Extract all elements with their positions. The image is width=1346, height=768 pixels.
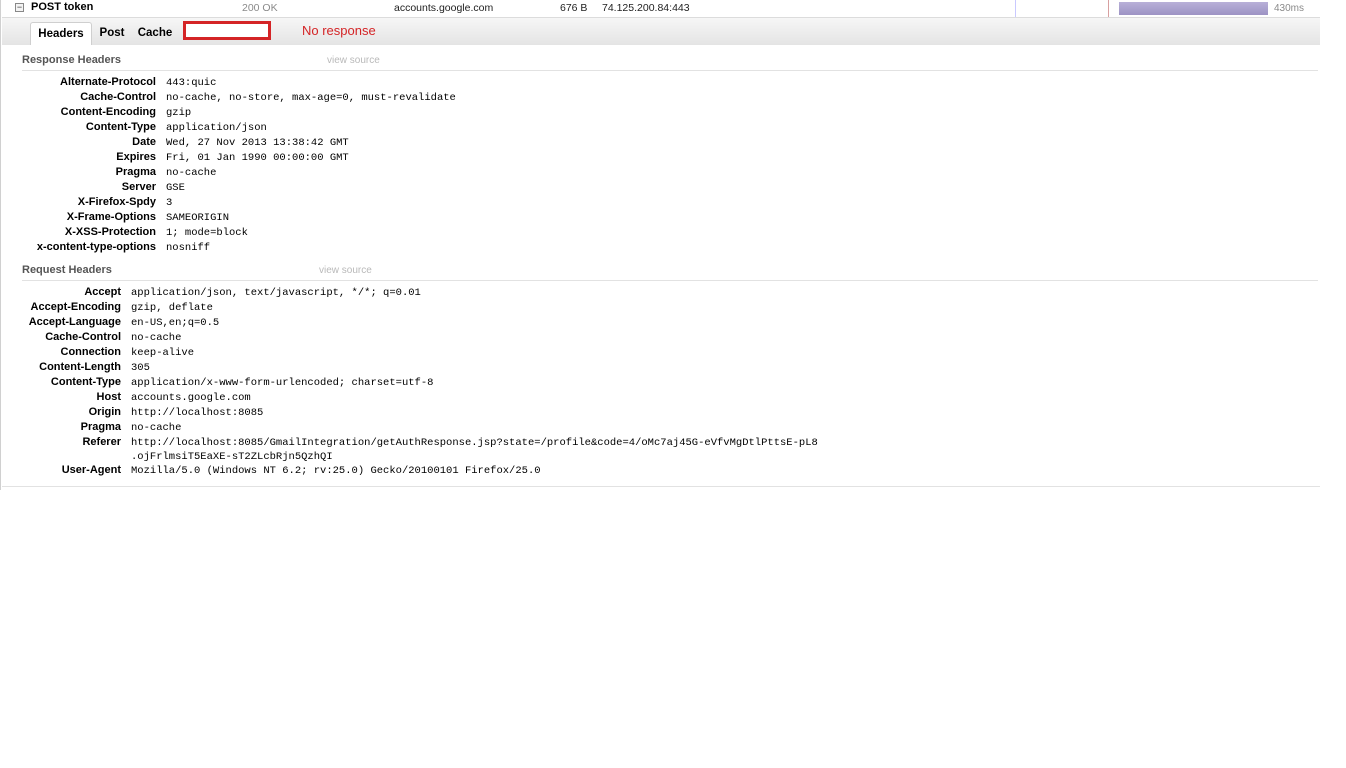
response-header-name: X-Firefox-Spdy <box>77 196 156 208</box>
response-header-value: gzip <box>166 107 192 119</box>
timeline-marker-dom <box>1015 0 1016 17</box>
response-header-value: 1; mode=block <box>166 227 248 239</box>
request-method-url[interactable]: POST token <box>31 1 93 13</box>
request-header-name: Host <box>96 391 121 403</box>
response-header-name: Server <box>121 181 156 193</box>
request-header-name: Connection <box>60 346 122 358</box>
response-header-value: Fri, 01 Jan 1990 00:00:00 GMT <box>166 152 349 164</box>
collapse-toggle-icon[interactable]: − <box>15 3 24 12</box>
net-panel: − POST token 200 OK accounts.google.com … <box>0 0 1321 490</box>
response-header-name: X-Frame-Options <box>66 211 156 223</box>
request-header-name: Accept <box>84 286 121 298</box>
response-header-name: Pragma <box>115 166 156 178</box>
response-header-name: Expires <box>116 151 156 163</box>
response-header-value: no-cache <box>166 167 217 179</box>
timeline-marker-load <box>1108 0 1109 17</box>
response-section-divider <box>22 70 1318 71</box>
tab-cache[interactable]: Cache <box>134 22 176 44</box>
request-header-value: keep-alive <box>131 347 195 359</box>
request-header-name: Referer <box>82 436 121 448</box>
request-header-name: Accept-Language <box>28 316 121 328</box>
response-header-value: 3 <box>166 197 173 209</box>
response-header-value: nosniff <box>166 242 211 254</box>
request-view-source-link[interactable]: view source <box>319 265 372 276</box>
response-header-value: no-cache, no-store, max-age=0, must-reva… <box>166 92 456 104</box>
response-header-name: X-XSS-Protection <box>64 226 156 238</box>
request-remote-ip: 74.125.200.84:443 <box>602 2 690 14</box>
headers-content: Response Headers view source Alternate-P… <box>2 45 1320 488</box>
response-header-value: 443:quic <box>166 77 217 89</box>
tab-headers[interactable]: Headers <box>30 22 92 45</box>
request-status: 200 OK <box>242 2 278 14</box>
request-size: 676 B <box>560 2 588 14</box>
request-header-name: Origin <box>88 406 121 418</box>
request-header-value: accounts.google.com <box>131 392 251 404</box>
redacted-tab-highlight <box>183 21 271 40</box>
response-header-name: Cache-Control <box>80 91 156 103</box>
request-header-name: Content-Length <box>39 361 121 373</box>
response-header-name: Alternate-Protocol <box>60 76 156 88</box>
request-header-value: http://localhost:8085 <box>131 407 264 419</box>
request-header-value: 305 <box>131 362 150 374</box>
request-header-value: gzip, deflate <box>131 302 213 314</box>
request-header-value: application/json, text/javascript, */*; … <box>131 287 421 299</box>
request-domain: accounts.google.com <box>394 2 494 14</box>
response-header-value: application/json <box>166 122 267 134</box>
request-section-divider <box>22 280 1318 281</box>
request-header-value-continued: .ojFrlmsiT5EaXE-sT2ZLcbRjn5QzhQI <box>131 451 333 463</box>
response-header-value: Wed, 27 Nov 2013 13:38:42 GMT <box>166 137 349 149</box>
response-headers-title[interactable]: Response Headers <box>22 54 121 66</box>
detail-tabs: Headers Post Cache No response <box>2 17 1320 45</box>
request-header-name: Cache-Control <box>45 331 121 343</box>
request-header-name: Content-Type <box>50 376 121 388</box>
timing-label: 430ms <box>1274 3 1305 14</box>
request-row[interactable]: − POST token 200 OK accounts.google.com … <box>1 0 1321 17</box>
response-header-name: Date <box>132 136 156 148</box>
request-header-value: Mozilla/5.0 (Windows NT 6.2; rv:25.0) Ge… <box>131 465 541 477</box>
request-header-value: no-cache <box>131 332 182 344</box>
panel-bottom-divider <box>2 486 1320 487</box>
request-header-name: Pragma <box>80 421 121 433</box>
request-header-value: http://localhost:8085/GmailIntegration/g… <box>131 437 818 449</box>
response-header-name: Content-Encoding <box>60 106 156 118</box>
tab-post[interactable]: Post <box>94 22 130 44</box>
response-header-name: x-content-type-options <box>36 241 156 253</box>
response-view-source-link[interactable]: view source <box>327 55 380 66</box>
request-header-value: en-US,en;q=0.5 <box>131 317 220 329</box>
request-headers-title[interactable]: Request Headers <box>22 264 112 276</box>
response-header-value: SAMEORIGIN <box>166 212 230 224</box>
request-header-value: no-cache <box>131 422 182 434</box>
response-header-value: GSE <box>166 182 185 194</box>
no-response-annotation: No response <box>302 23 376 38</box>
request-header-name: Accept-Encoding <box>30 301 121 313</box>
timing-bar[interactable] <box>1119 2 1268 15</box>
response-header-name: Content-Type <box>85 121 156 133</box>
request-header-value: application/x-www-form-urlencoded; chars… <box>131 377 434 389</box>
request-header-name: User-Agent <box>61 464 121 476</box>
